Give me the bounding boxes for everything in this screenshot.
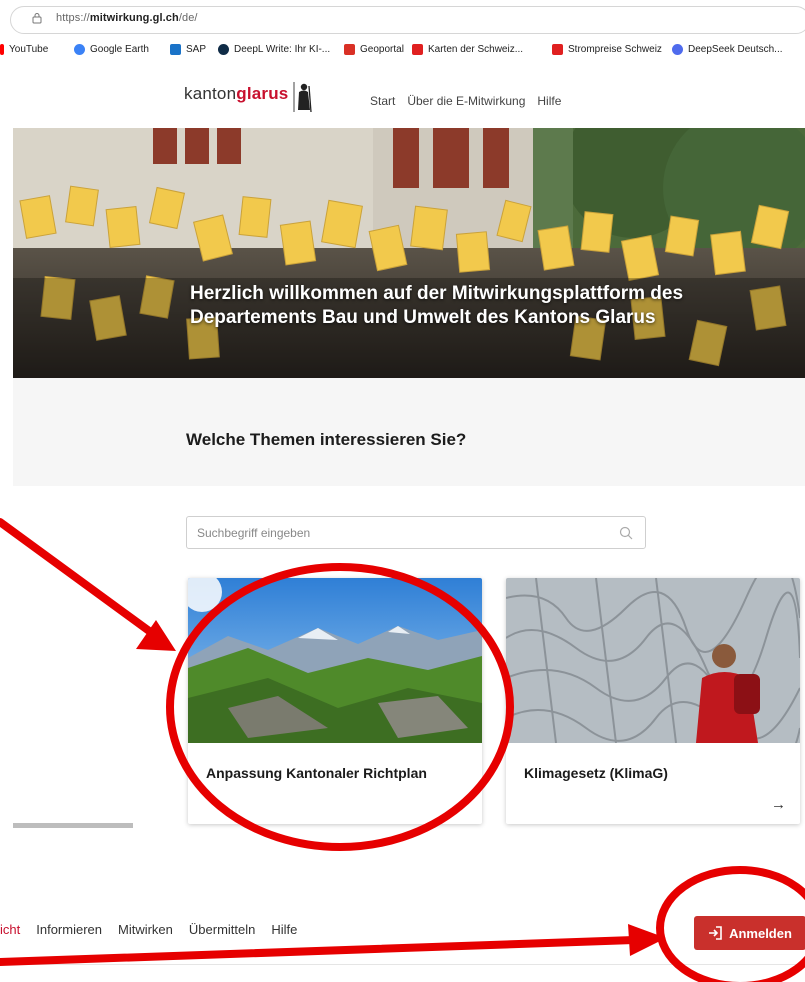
bookmark-deepl[interactable]: DeepL Write: Ihr KI-...	[218, 44, 330, 55]
annotation-arrowhead-bottom	[628, 924, 666, 956]
divider	[0, 964, 805, 965]
nav-uebermitteln[interactable]: Übermitteln	[189, 922, 255, 937]
google-earth-icon	[74, 44, 85, 55]
mountain-landscape-image	[188, 578, 482, 743]
arrow-right-icon[interactable]: →	[453, 796, 468, 813]
deepl-icon	[218, 44, 229, 55]
login-icon	[709, 926, 722, 940]
deepseek-icon	[672, 44, 683, 55]
topics-heading: Welche Themen interessieren Sie?	[186, 430, 467, 449]
swiss-shield-icon	[412, 44, 423, 55]
nav-mitwirken[interactable]: Mitwirken	[118, 922, 173, 937]
annotation-arrowhead-top	[136, 620, 176, 651]
topic-card-klimagesetz[interactable]: Klimagesetz (KlimaG) →	[506, 578, 800, 824]
card-title: Anpassung Kantonaler Richtplan	[206, 765, 427, 781]
annotation-arrow-shaft-top	[0, 518, 160, 640]
bookmarks-bar: YouTube Google Earth SAP DeepL Write: Ih…	[0, 40, 805, 62]
bookmark-google-earth[interactable]: Google Earth	[74, 44, 149, 55]
sap-icon	[170, 44, 181, 55]
bookmark-youtube[interactable]: YouTube	[0, 44, 48, 55]
topic-card-richtplan[interactable]: Anpassung Kantonaler Richtplan →	[188, 578, 482, 824]
bookmark-geoportal[interactable]: Geoportal	[344, 44, 404, 55]
search-input[interactable]	[187, 517, 597, 548]
bookmark-deepseek[interactable]: DeepSeek Deutsch...	[672, 44, 783, 55]
nav-start[interactable]: Start	[370, 94, 395, 108]
youtube-icon	[0, 44, 4, 55]
nav-informieren[interactable]: Informieren	[36, 922, 102, 937]
bookmark-sap[interactable]: SAP	[170, 44, 206, 55]
site-logo[interactable]: kantonglarus	[184, 84, 288, 104]
nav-hilfe[interactable]: Hilfe	[537, 94, 561, 108]
hero-crowd-illustration	[13, 128, 805, 378]
secondary-nav: icht Informieren Mitwirken Übermitteln H…	[0, 922, 297, 937]
nav-hilfe-secondary[interactable]: Hilfe	[271, 922, 297, 937]
nav-uebersicht[interactable]: icht	[0, 922, 20, 937]
topic-search	[186, 516, 646, 549]
hero-image	[13, 128, 805, 378]
card-title: Klimagesetz (KlimaG)	[524, 765, 668, 781]
nav-ueber-e-mitwirkung[interactable]: Über die E-Mitwirkung	[407, 94, 525, 108]
main-nav: Start Über die E-Mitwirkung Hilfe	[370, 94, 561, 108]
fridolin-logo-icon	[293, 82, 312, 113]
bookmark-karten-der-schweiz[interactable]: Karten der Schweiz...	[412, 44, 523, 55]
bookmark-strompreise[interactable]: Strompreise Schweiz	[552, 44, 662, 55]
glacier-hiker-image	[506, 578, 800, 743]
hero-title: Herzlich willkommen auf der Mitwirkungsp…	[190, 283, 684, 328]
geoportal-icon	[344, 44, 355, 55]
annotation-arrow-shaft-bottom	[0, 936, 638, 966]
arrow-right-icon[interactable]: →	[771, 796, 786, 813]
horizontal-scrollbar[interactable]	[13, 823, 133, 828]
search-icon[interactable]	[619, 526, 633, 540]
lock-icon	[32, 13, 42, 24]
url-text[interactable]: https://mitwirkung.gl.ch/de/	[56, 12, 198, 24]
swiss-shield-icon	[552, 44, 563, 55]
login-button[interactable]: Anmelden	[694, 916, 805, 950]
